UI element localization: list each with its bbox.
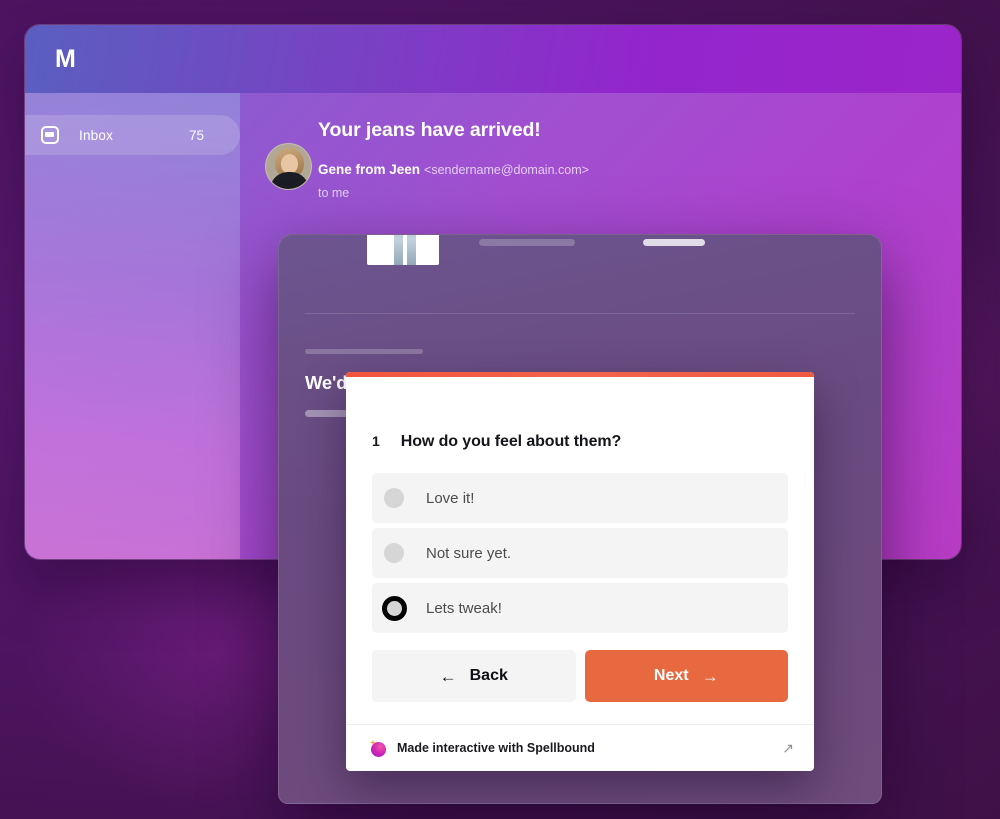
question-number: 1 (372, 433, 380, 449)
message-sender-row: Gene from Jeen <sendername@domain.com> to… (318, 158, 961, 202)
brand-logo-m: M (55, 44, 76, 73)
avatar-face (281, 154, 298, 174)
sidebar-item-count: 75 (188, 127, 204, 143)
survey-option-label: Love it! (426, 489, 475, 507)
question-text: How do you feel about them? (400, 433, 622, 450)
survey-widget: 1 How do you feel about them? Love it! N… (346, 372, 814, 771)
external-link-icon[interactable]: ↗ (782, 741, 794, 755)
next-button[interactable]: Next → (584, 650, 788, 702)
survey-footer[interactable]: Made interactive with Spellbound ↗ (346, 724, 814, 771)
email-client-topbar: M (25, 25, 961, 93)
survey-option-lets-tweak[interactable]: Lets tweak! (372, 583, 788, 633)
radio-selected-icon[interactable] (382, 595, 407, 621)
message-subject: Your jeans have arrived! (318, 119, 541, 141)
back-button-label: Back (469, 667, 508, 684)
survey-option-label: Lets tweak! (426, 599, 502, 617)
sidebar-item-label: Inbox (79, 127, 114, 143)
survey-option-label: Not sure yet. (426, 544, 512, 562)
survey-footer-text: Made interactive with Spellbound (397, 741, 595, 755)
hero-placeholder-bars (479, 239, 705, 246)
back-button[interactable]: ← Back (372, 650, 576, 702)
message-sender-details: Gene from Jeen <sendername@domain.com> to… (318, 158, 589, 202)
sidebar: Inbox 75 (25, 93, 240, 559)
skeleton-line-above-heading (305, 349, 423, 354)
jeans-leg-left (394, 235, 403, 265)
placeholder-bar-bright (643, 239, 705, 246)
radio-icon[interactable] (384, 543, 404, 563)
avatar (265, 143, 312, 190)
sender-name: Gene from Jeen (318, 162, 421, 177)
avatar-body (270, 172, 309, 189)
message-recipient: to me (318, 186, 350, 201)
survey-content: 1 How do you feel about them? Love it! N… (346, 377, 814, 724)
arrow-left-icon: ← (439, 666, 457, 686)
next-button-label: Next (653, 667, 689, 684)
jeans-leg-right (407, 235, 416, 265)
radio-icon[interactable] (384, 488, 404, 508)
inbox-icon (41, 126, 59, 144)
email-hero-row (279, 235, 881, 313)
survey-option-not-sure-yet[interactable]: Not sure yet. (372, 528, 788, 578)
placeholder-bar-dim (479, 239, 575, 246)
survey-question-row: 1 How do you feel about them? (372, 433, 788, 451)
arrow-right-icon: → (701, 666, 719, 686)
survey-option-love-it[interactable]: Love it! (372, 473, 788, 523)
sender-email: <sendername@domain.com> (424, 163, 589, 177)
spellbound-logo-icon (370, 739, 387, 757)
sidebar-item-inbox[interactable]: Inbox 75 (25, 115, 240, 155)
jeans-thumbnail-image (367, 235, 439, 265)
survey-navigation: ← Back Next → (372, 650, 788, 702)
